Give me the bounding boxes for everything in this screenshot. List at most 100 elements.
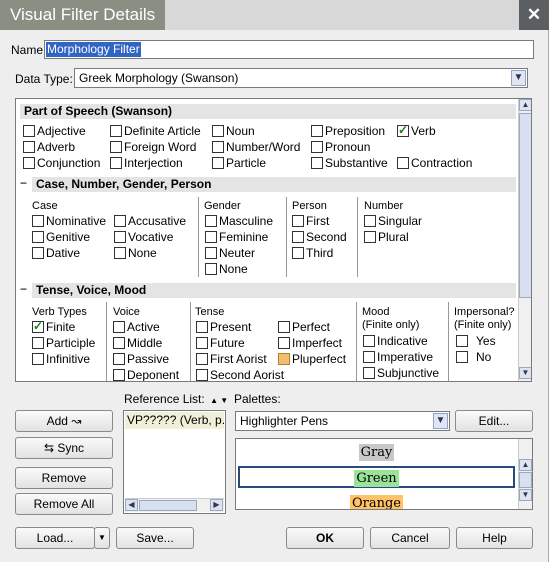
mood-checkbox[interactable]: Imperative [363,350,433,364]
verb-type-checkbox[interactable]: Participle [32,336,95,350]
pos-checkbox[interactable]: Adjective [23,124,86,138]
divider [286,197,287,277]
close-button[interactable]: ✕ [519,0,549,30]
gender-checkbox[interactable]: None [205,262,248,276]
tense-checkbox[interactable]: Imperfect [278,336,342,350]
palette-item[interactable]: Gray [238,442,515,464]
pos-checkbox[interactable]: Substantive [311,156,388,170]
number-checkbox[interactable]: Singular [364,214,422,228]
scroll-right-icon[interactable]: ▶ [210,499,223,511]
pos-checkbox[interactable]: Conjunction [23,156,100,170]
gender-checkbox[interactable]: Neuter [205,246,255,260]
load-dropdown-icon[interactable]: ▼ [94,527,110,549]
pos-checkbox[interactable]: Foreign Word [110,140,196,154]
scroll-down-icon[interactable]: ▼ [519,367,531,379]
pos-checkbox[interactable]: Pronoun [311,140,370,154]
case-group-title: Case [32,200,58,212]
gender-group-title: Gender [204,200,241,212]
pos-checkbox[interactable]: Verb [397,123,436,138]
chevron-down-icon[interactable]: ▼ [511,70,526,86]
palette-scrollbar[interactable]: ▲ ▼ [518,439,532,509]
case-heading: Case, Number, Gender, Person [32,177,516,192]
reference-hscroll[interactable]: ◀ ▶ [125,498,224,512]
palette-item[interactable]: Orange [238,493,515,509]
person-checkbox[interactable]: Second [292,230,347,244]
scroll-up-icon[interactable]: ▲ [519,459,532,471]
palettes-select[interactable]: Highlighter Pens ▼ [235,411,450,431]
pos-checkbox[interactable]: Preposition [311,124,385,138]
tense-checkbox[interactable]: First Aorist [196,352,267,366]
impersonal-checkbox[interactable]: Yes [456,334,496,348]
divider [198,197,199,277]
palettes-label: Palettes: [234,392,281,406]
pos-checkbox[interactable]: Adverb [23,140,75,154]
tense-checkbox[interactable]: Pluperfect [278,352,346,366]
verb-type-checkbox[interactable]: Finite [32,319,75,334]
palette-list[interactable]: Gray Green Orange ▲ ▼ [235,438,533,510]
mood-checkbox[interactable]: Indicative [363,334,428,348]
name-field[interactable]: Morphology Filter [44,40,534,59]
case-checkbox[interactable]: Accusative [114,214,186,228]
number-checkbox[interactable]: Plural [364,230,409,244]
collapse-icon[interactable]: − [20,282,27,296]
verb-type-checkbox[interactable]: Infinitive [32,352,90,366]
voice-checkbox[interactable]: Active [113,320,160,334]
tense-checkbox[interactable]: Future [196,336,245,350]
data-type-value: Greek Morphology (Swanson) [79,71,239,85]
sync-icon: ⇆ [43,441,55,455]
chevron-down-icon[interactable]: ▼ [433,413,448,429]
tense-checkbox[interactable]: Present [196,320,251,334]
gender-checkbox[interactable]: Feminine [205,230,268,244]
pos-checkbox[interactable]: Definite Article [110,124,201,138]
scroll-down-icon[interactable]: ▼ [519,489,532,501]
tense-checkbox[interactable]: Second Aorist [196,368,284,381]
sort-arrows-icon[interactable]: ▲ ▼ [210,396,228,405]
palettes-value: Highlighter Pens [240,414,329,428]
palette-item-selected[interactable]: Green [238,466,515,488]
pos-checkbox[interactable]: Number/Word [212,140,300,154]
case-checkbox[interactable]: Nominative [32,214,106,228]
add-button[interactable]: Add ↝ [15,410,113,432]
pos-checkbox[interactable]: Noun [212,124,255,138]
load-button[interactable]: Load... [15,527,95,549]
reference-list[interactable]: VP????? (Verb, p... ◀ ▶ [123,410,226,514]
pos-checkbox[interactable]: Particle [212,156,266,170]
impersonal-checkbox[interactable]: No [456,350,491,364]
help-button[interactable]: Help [456,527,533,549]
case-checkbox[interactable]: Vocative [114,230,173,244]
voice-checkbox[interactable]: Passive [113,352,169,366]
remove-all-button[interactable]: Remove All [15,493,113,515]
case-checkbox[interactable]: None [114,246,157,260]
person-checkbox[interactable]: Third [292,246,333,260]
tense-checkbox[interactable]: Perfect [278,320,330,334]
pos-checkbox[interactable]: Interjection [110,156,183,170]
cancel-button[interactable]: Cancel [370,527,450,549]
case-checkbox[interactable]: Dative [32,246,80,260]
scroll-thumb[interactable] [519,113,531,298]
voice-checkbox[interactable]: Middle [113,336,162,350]
impersonal-title: Impersonal? [454,306,515,318]
save-button[interactable]: Save... [116,527,194,549]
edit-button[interactable]: Edit... [455,410,533,432]
ok-button[interactable]: OK [286,527,364,549]
scroll-thumb[interactable] [519,472,532,488]
pos-checkbox[interactable]: Contraction [397,156,472,170]
mood-title: Mood [362,306,390,318]
remove-button[interactable]: Remove [15,467,113,489]
gender-checkbox[interactable]: Masculine [205,214,273,228]
panel-scrollbar[interactable]: ▲ ▼ [518,99,531,381]
divider [448,302,449,381]
impersonal-subtitle: (Finite only) [454,319,512,331]
case-checkbox[interactable]: Genitive [32,230,90,244]
mood-checkbox[interactable]: Subjunctive [363,366,439,380]
scroll-thumb[interactable] [139,500,197,511]
voice-title: Voice [113,306,140,318]
scroll-up-icon[interactable]: ▲ [519,99,531,111]
person-checkbox[interactable]: First [292,214,329,228]
scroll-left-icon[interactable]: ◀ [125,499,138,511]
list-item[interactable]: VP????? (Verb, p... [125,412,224,429]
voice-checkbox[interactable]: Deponent [113,368,179,381]
collapse-icon[interactable]: − [20,176,27,190]
data-type-select[interactable]: Greek Morphology (Swanson) ▼ [74,68,528,88]
sync-button[interactable]: ⇆ Sync [15,437,113,459]
